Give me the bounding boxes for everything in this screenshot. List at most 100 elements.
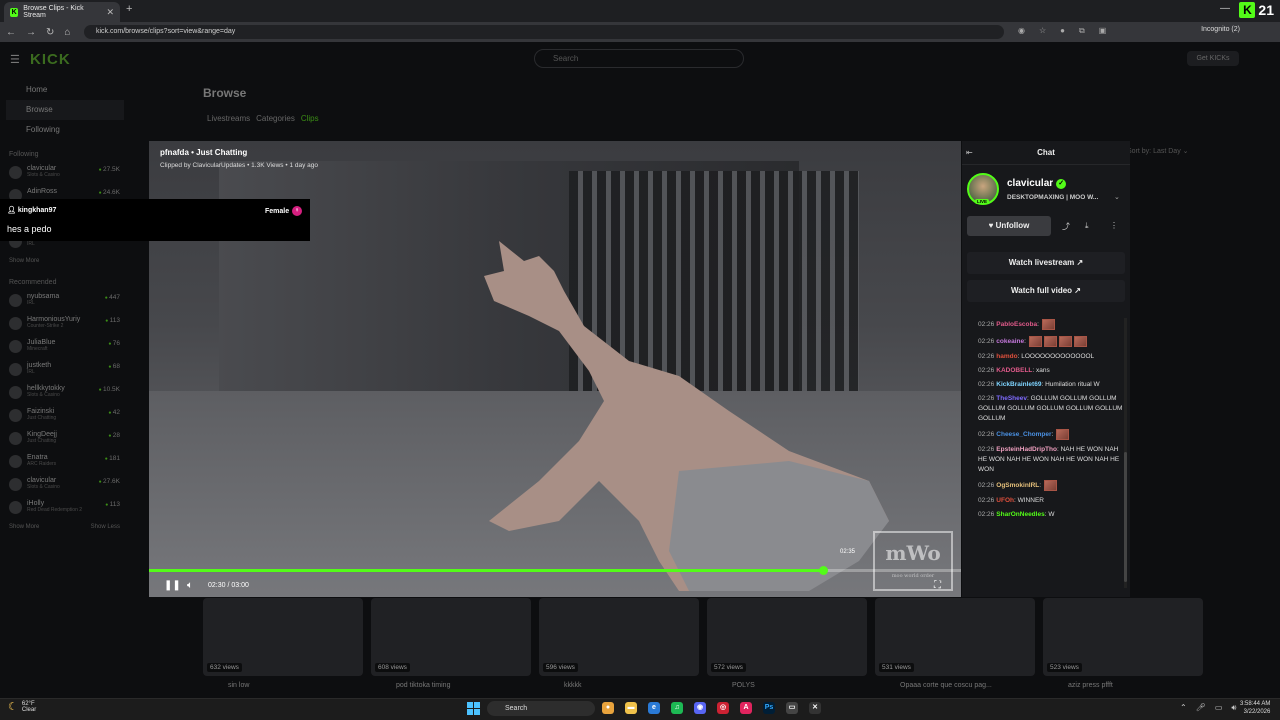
sidebar-channel[interactable]: KingDeejjJust Chatting28	[0, 428, 130, 451]
collapse-chat-icon[interactable]: ⇤	[966, 148, 973, 157]
progress-knob[interactable]	[818, 566, 828, 575]
chat-username[interactable]: cokeaine	[996, 338, 1024, 345]
clip-thumbnail[interactable]: 523 views	[1043, 598, 1203, 676]
folder-icon[interactable]: ▬	[625, 702, 637, 714]
fullscreen-icon[interactable]: ⛶	[934, 580, 941, 591]
home-icon[interactable]: ⌂	[64, 27, 70, 38]
clip-title[interactable]: sin low	[228, 682, 249, 689]
taskbar-clock[interactable]: 3:58:44 AM 3/22/2026	[1240, 700, 1270, 716]
tab-clips[interactable]: Clips	[301, 114, 319, 123]
chat-username[interactable]: SharOnNeedles	[996, 511, 1044, 518]
clip-title[interactable]: kkkkk	[564, 682, 582, 689]
back-icon[interactable]: ←	[6, 27, 16, 38]
clip-thumbnail[interactable]: 632 views	[203, 598, 363, 676]
sidebar-channel[interactable]: FaizinskiJust Chatting42	[0, 405, 130, 428]
edge-icon[interactable]: e	[648, 702, 660, 714]
sidebar-channel[interactable]: clavicularSlots & Casino27.6K	[0, 474, 130, 497]
browser-tab[interactable]: K Browse Clips - Kick Stream ✕	[4, 2, 120, 22]
sidebar-channel[interactable]: justkethIRL68	[0, 359, 130, 382]
close-tab-icon[interactable]: ✕	[106, 7, 114, 18]
sort-dropdown[interactable]: Sort by: Last Day ⌄	[1127, 147, 1189, 155]
chat-username[interactable]: Cheese_Chomper	[996, 431, 1051, 438]
spotify-icon[interactable]: ♫	[671, 702, 683, 714]
watch-full-video-button[interactable]: Watch full video ↗	[967, 280, 1125, 302]
share-icon[interactable]: ⤴	[1062, 221, 1070, 232]
clip-thumbnail[interactable]: 572 views	[707, 598, 867, 676]
sidebar-channel[interactable]: nyubsamaIRL447	[0, 290, 130, 313]
forward-icon[interactable]: →	[26, 27, 36, 38]
clip-thumbnail[interactable]: 531 views	[875, 598, 1035, 676]
acrobat-icon[interactable]: A	[740, 702, 752, 714]
sidebar-icon[interactable]: ▣	[1099, 26, 1107, 36]
channel-name-text[interactable]: clavicular	[1007, 178, 1053, 189]
sidebar-channel[interactable]: clavicularSlots & Casino27.5K	[0, 162, 130, 185]
unfollow-button[interactable]: ♥ Unfollow	[967, 216, 1051, 236]
app-icon[interactable]: ◎	[717, 702, 729, 714]
tab-livestreams[interactable]: Livestreams	[207, 114, 250, 123]
sidebar-channel[interactable]: HarmoniousYuriyCounter-Strike 2113	[0, 313, 130, 336]
chevron-up-icon[interactable]: ⌃	[1180, 703, 1187, 713]
weather-widget[interactable]: ☾ 62°F Clear	[8, 700, 36, 714]
photoshop-icon[interactable]: Ps	[763, 702, 775, 714]
incognito-badge[interactable]: Incognito (2)	[1201, 26, 1240, 33]
minimize-icon[interactable]: —	[1220, 3, 1230, 14]
video-person	[484, 241, 889, 591]
chat-username[interactable]: KADOBELL	[996, 367, 1032, 374]
incognito-eye-icon[interactable]: ◉	[1018, 26, 1025, 36]
sort-value[interactable]: Last Day	[1153, 148, 1181, 155]
discord-icon[interactable]: ◉	[694, 702, 706, 714]
windows-start-icon[interactable]	[467, 702, 480, 715]
volume-icon[interactable]: 🔈︎	[187, 580, 193, 591]
sidebar-channel[interactable]: EnatraARC Raiders181	[0, 451, 130, 474]
chat-username[interactable]: EpsteinHadDripTho	[996, 446, 1057, 453]
chat-username[interactable]: OgSmokinIRL	[996, 482, 1039, 489]
clip-title[interactable]: Opaaa corte que coscu pag...	[900, 682, 992, 689]
clip-title[interactable]: aziz press pffft	[1068, 682, 1113, 689]
sidebar-item-home[interactable]: Home	[0, 80, 130, 100]
chat-username[interactable]: PabloEscoba	[996, 321, 1037, 328]
show-more-label[interactable]: Show More	[9, 520, 39, 534]
chat-username[interactable]: hamdo	[996, 353, 1017, 360]
show-more-label[interactable]: Show More	[9, 254, 39, 268]
chat-username[interactable]: UFOh	[996, 497, 1014, 504]
download-icon[interactable]: ⤓	[1085, 221, 1089, 231]
chat-scroll-thumb[interactable]	[1124, 452, 1127, 582]
clip-thumbnail[interactable]: 608 views	[371, 598, 531, 676]
watch-livestream-button[interactable]: Watch livestream ↗	[967, 252, 1125, 274]
show-more-following[interactable]: Show More	[0, 254, 130, 268]
search-input[interactable]: Search	[534, 49, 744, 68]
sidebar-item-following[interactable]: Following	[0, 120, 130, 140]
speaker-icon[interactable]: 🔊︎	[1231, 703, 1236, 713]
taskbar-search[interactable]: Search	[487, 701, 595, 716]
show-less-label[interactable]: Show Less	[91, 520, 120, 534]
tab-categories[interactable]: Categories	[256, 114, 295, 123]
reload-icon[interactable]: ↻	[46, 27, 54, 38]
more-options-icon[interactable]: ⋮	[1110, 221, 1118, 230]
sidebar-channel[interactable]: JuliaBlueMinecraft76	[0, 336, 130, 359]
clip-title[interactable]: pod tiktoka timing	[396, 682, 450, 689]
sidebar-channel[interactable]: hellkkytokkySlots & Casino10.5K	[0, 382, 130, 405]
new-tab-icon[interactable]: +	[126, 3, 132, 15]
chrome-icon[interactable]: ●	[602, 702, 614, 714]
app2-icon[interactable]: ✕	[809, 702, 821, 714]
sidebar-channel[interactable]: iHollyRed Dead Redemption 2113	[0, 497, 130, 520]
chevron-down-icon[interactable]: ⌄	[1114, 193, 1120, 201]
puzzle-icon[interactable]: ⧉	[1079, 26, 1085, 36]
window-icon[interactable]: ▭	[786, 702, 798, 714]
get-kicks-button[interactable]: Get KICKs	[1187, 51, 1239, 66]
star-icon[interactable]: ☆	[1039, 26, 1046, 36]
mic-icon[interactable]: 🎤︎	[1196, 703, 1206, 713]
clip-title[interactable]: POLYS	[732, 682, 755, 689]
channel-name[interactable]: clavicular ✓	[1007, 178, 1067, 189]
pause-button[interactable]: ❚❚	[164, 580, 181, 591]
clip-thumbnail[interactable]: 596 views	[539, 598, 699, 676]
url-field[interactable]: kick.com/browse/clips?sort=view&range=da…	[84, 25, 1004, 39]
sidebar-item-browse[interactable]: Browse	[6, 100, 124, 120]
kick-logo[interactable]: KICK	[30, 51, 71, 68]
chat-username[interactable]: KickBrainlet69	[996, 381, 1041, 388]
chat-username[interactable]: TheSheev	[996, 395, 1027, 402]
extension-icon[interactable]: ●	[1060, 26, 1065, 36]
menu-icon[interactable]: ☰	[10, 53, 20, 66]
network-icon[interactable]: ▭	[1215, 703, 1223, 713]
window-controls: —	[1220, 3, 1230, 14]
